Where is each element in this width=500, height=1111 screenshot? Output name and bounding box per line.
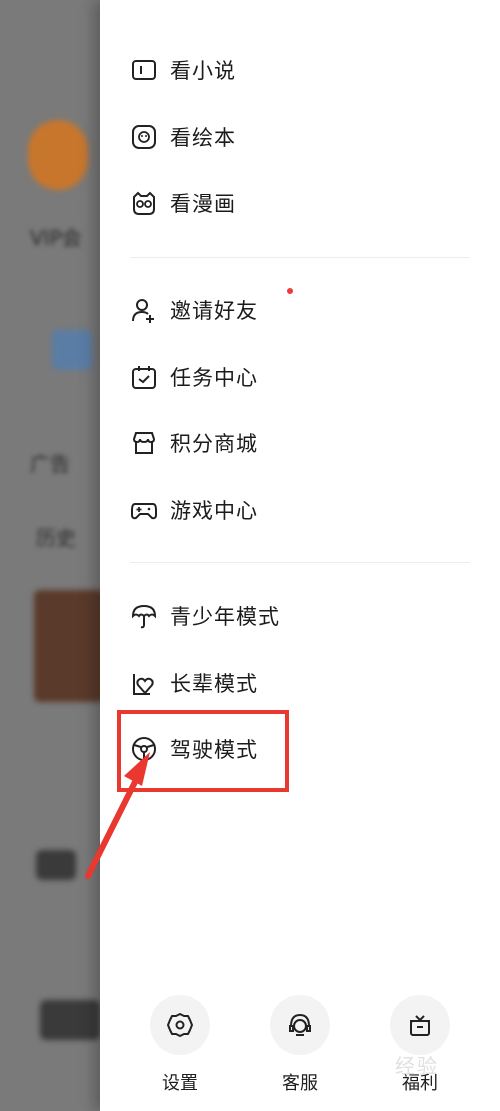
app-icon [52, 330, 92, 370]
heart-hand-icon [130, 669, 158, 697]
comic-icon [130, 189, 158, 217]
menu-item-label: 邀请好友 [170, 299, 258, 323]
divider [130, 562, 470, 563]
book-icon [130, 56, 158, 84]
menu-item-points-store[interactable]: 积分商城 [130, 423, 470, 463]
service-circle [270, 995, 330, 1055]
status-bar [200, 0, 500, 36]
menu-item-novel[interactable]: 看小说 [130, 50, 470, 90]
background-app: VIP会 广告 历史 [0, 0, 110, 1111]
divider [130, 257, 470, 258]
menu-item-label: 游戏中心 [170, 499, 258, 523]
history-thumbnail [34, 590, 104, 702]
headset-icon [289, 1013, 311, 1036]
umbrella-icon [130, 602, 158, 630]
customer-service-button[interactable]: 客服 [265, 995, 335, 1095]
menu-item-task-center[interactable]: 任务中心 [130, 357, 470, 397]
section-history: 历史 [36, 526, 76, 550]
menu-item-comic[interactable]: 看漫画 [130, 183, 470, 223]
watermark: 经验 [395, 1054, 439, 1078]
service-label: 客服 [282, 1073, 318, 1094]
settings-label: 设置 [162, 1073, 198, 1094]
annotation-highlight-box [117, 710, 289, 792]
avatar [28, 120, 88, 190]
menu-item-invite[interactable]: 邀请好友 [130, 288, 470, 330]
bg-block [40, 1000, 100, 1040]
picture-book-icon [130, 123, 158, 151]
menu-item-label: 看漫画 [170, 192, 236, 216]
settings-button[interactable]: 设置 [145, 995, 215, 1095]
side-drawer: 看小说 看绘本 看漫画 邀请好友 任务中心 积分商城 游戏中心 青少年模式 长辈… [100, 0, 500, 1111]
menu-item-label: 任务中心 [170, 366, 258, 390]
welfare-button[interactable]: 福利 [385, 995, 455, 1095]
menu-item-teen-mode[interactable]: 青少年模式 [130, 596, 470, 636]
menu-item-label: 看绘本 [170, 126, 236, 150]
menu-item-elder-mode[interactable]: 长辈模式 [130, 663, 470, 703]
welfare-circle [390, 995, 450, 1055]
menu-item-game-center[interactable]: 游戏中心 [130, 490, 470, 530]
bg-block [36, 850, 76, 880]
gear-icon [167, 1013, 193, 1037]
section-ad: 广告 [30, 452, 70, 476]
store-icon [130, 429, 158, 457]
menu-item-label: 长辈模式 [170, 672, 258, 696]
gift-icon [410, 1015, 430, 1036]
notification-dot [287, 288, 293, 294]
settings-circle [150, 995, 210, 1055]
gamepad-icon [130, 496, 158, 524]
menu-item-picture-book[interactable]: 看绘本 [130, 117, 470, 157]
menu-item-label: 积分商城 [170, 432, 258, 456]
menu-item-label: 青少年模式 [170, 605, 280, 629]
task-calendar-icon [130, 363, 158, 391]
menu-item-label: 看小说 [170, 59, 236, 83]
vip-text: VIP会 [30, 226, 82, 250]
invite-friend-icon [130, 296, 158, 324]
